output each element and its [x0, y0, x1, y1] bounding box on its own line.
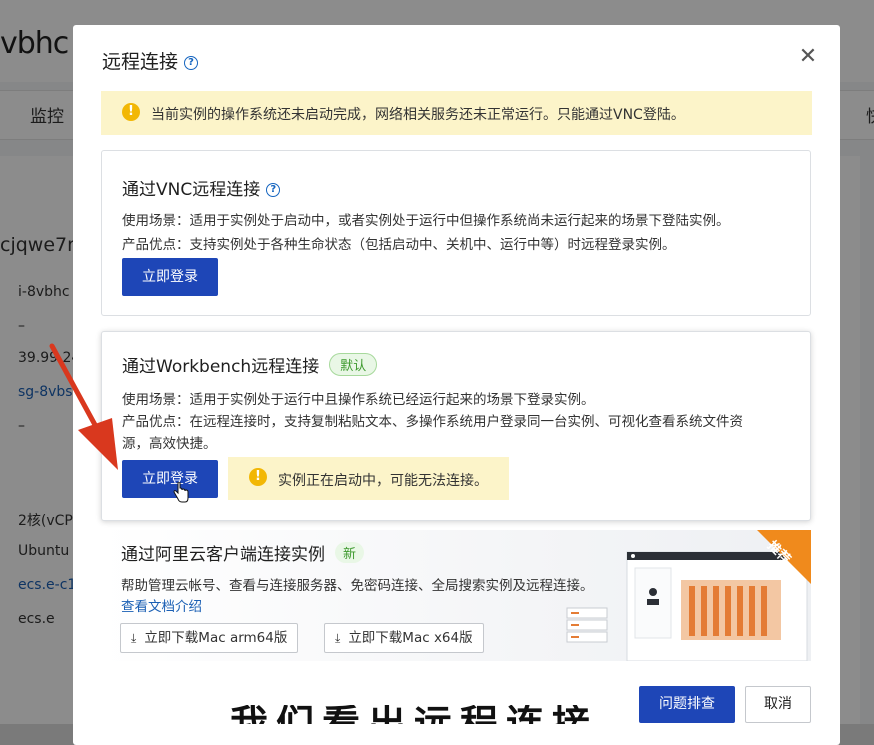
video-caption: 我们看出远程连接 [230, 705, 610, 724]
annotation-arrow [49, 343, 118, 470]
caption-text: 我们看出远程连接 [230, 705, 610, 724]
